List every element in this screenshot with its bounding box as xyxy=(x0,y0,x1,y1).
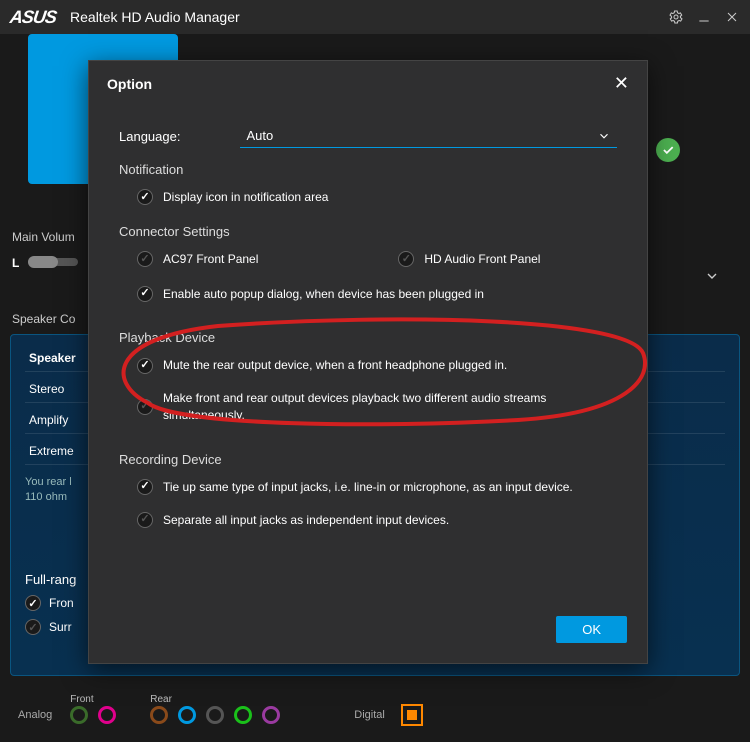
port-rear-blue[interactable] xyxy=(178,706,196,724)
language-value: Auto xyxy=(246,128,273,143)
front-speaker-label: Fron xyxy=(49,596,74,610)
full-range-section: Full-rang Fron Surr xyxy=(25,572,76,635)
device-ok-badge xyxy=(656,138,680,162)
check-icon[interactable] xyxy=(137,512,153,528)
separate-label: Separate all input jacks as independent … xyxy=(163,512,449,529)
titlebar: ASUS Realtek HD Audio Manager xyxy=(0,0,750,34)
check-auto-popup[interactable]: Enable auto popup dialog, when device ha… xyxy=(119,282,617,307)
language-label: Language: xyxy=(119,129,180,144)
notification-section: Notification xyxy=(119,162,617,177)
port-rear-green[interactable] xyxy=(234,706,252,724)
titlebar-controls xyxy=(668,9,740,25)
check-display-icon[interactable]: Display icon in notification area xyxy=(119,185,617,210)
connector-section: Connector Settings xyxy=(119,224,617,239)
check-icon[interactable] xyxy=(25,619,41,635)
minimize-icon[interactable] xyxy=(696,9,712,25)
port-rear-purple[interactable] xyxy=(262,706,280,724)
surround-speaker-label: Surr xyxy=(49,620,72,634)
check-icon[interactable] xyxy=(137,251,153,267)
asus-logo: ASUS xyxy=(9,7,58,28)
check-icon[interactable] xyxy=(137,479,153,495)
main-volume-label: Main Volum xyxy=(12,230,75,244)
hd-audio-label: HD Audio Front Panel xyxy=(424,251,540,268)
option-dialog: Option ✕ Language: Auto Notification Dis… xyxy=(88,60,648,664)
check-front[interactable]: Fron xyxy=(25,595,76,611)
check-surround[interactable]: Surr xyxy=(25,619,76,635)
check-icon[interactable] xyxy=(137,399,153,415)
ok-button[interactable]: OK xyxy=(556,616,627,643)
check-icon[interactable] xyxy=(25,595,41,611)
rear-ports-label: Rear xyxy=(150,694,172,705)
connector-footer: Analog Front Rear Digital xyxy=(0,688,750,742)
check-separate[interactable]: Separate all input jacks as independent … xyxy=(119,508,617,533)
dialog-body: Language: Auto Notification Display icon… xyxy=(89,104,647,600)
auto-popup-label: Enable auto popup dialog, when device ha… xyxy=(163,286,484,303)
dialog-footer: OK xyxy=(89,600,647,663)
front-ports: Front xyxy=(70,706,116,724)
check-icon[interactable] xyxy=(398,251,414,267)
two-streams-label: Make front and rear output devices playb… xyxy=(163,390,617,424)
chevron-down-icon xyxy=(597,129,611,143)
dialog-title: Option xyxy=(107,76,152,92)
playback-section: Playback Device xyxy=(119,330,617,345)
check-hd-audio[interactable]: HD Audio Front Panel xyxy=(398,247,540,272)
dialog-titlebar: Option ✕ xyxy=(89,61,647,104)
recording-section: Recording Device xyxy=(119,452,617,467)
language-row: Language: Auto xyxy=(119,124,617,148)
check-icon[interactable] xyxy=(137,358,153,374)
check-tie-up[interactable]: Tie up same type of input jacks, i.e. li… xyxy=(119,475,617,500)
display-icon-label: Display icon in notification area xyxy=(163,189,328,206)
check-icon[interactable] xyxy=(137,286,153,302)
language-select[interactable]: Auto xyxy=(240,124,617,148)
port-front-pink[interactable] xyxy=(98,706,116,724)
check-ac97[interactable]: AC97 Front Panel xyxy=(119,247,258,272)
digital-label: Digital xyxy=(354,709,385,721)
close-icon[interactable] xyxy=(724,9,740,25)
ac97-label: AC97 Front Panel xyxy=(163,251,258,268)
full-range-label: Full-rang xyxy=(25,572,76,587)
check-mute-rear[interactable]: Mute the rear output device, when a fron… xyxy=(119,353,617,378)
port-rear-gray[interactable] xyxy=(206,706,224,724)
port-rear-brown[interactable] xyxy=(150,706,168,724)
check-icon[interactable] xyxy=(137,189,153,205)
volume-slider[interactable] xyxy=(28,258,78,266)
app-title: Realtek HD Audio Manager xyxy=(70,9,668,25)
chevron-down-icon[interactable] xyxy=(704,268,720,284)
channel-l-label: L xyxy=(12,256,19,270)
rear-ports: Rear xyxy=(150,706,280,724)
port-front-green[interactable] xyxy=(70,706,88,724)
mute-rear-label: Mute the rear output device, when a fron… xyxy=(163,357,507,374)
tie-up-label: Tie up same type of input jacks, i.e. li… xyxy=(163,479,573,496)
speaker-config-label: Speaker Co xyxy=(12,312,75,326)
gear-icon[interactable] xyxy=(668,9,684,25)
check-two-streams[interactable]: Make front and rear output devices playb… xyxy=(119,386,617,428)
analog-label: Analog xyxy=(18,709,52,721)
front-ports-label: Front xyxy=(70,694,93,705)
dialog-close-icon[interactable]: ✕ xyxy=(614,73,629,94)
port-digital[interactable] xyxy=(401,704,423,726)
